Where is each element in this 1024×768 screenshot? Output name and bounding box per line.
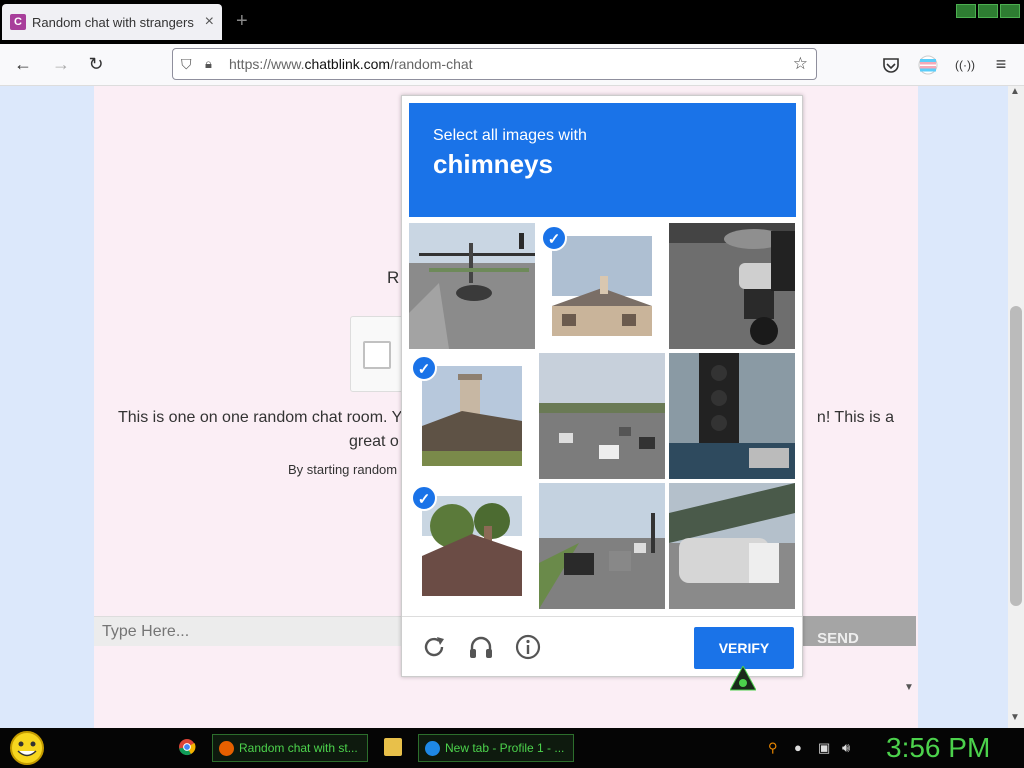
scroll-thumb[interactable] bbox=[1010, 306, 1022, 606]
taskbar-item-edge[interactable]: New tab - Profile 1 - ... bbox=[418, 734, 574, 762]
tile-roof-chimney-3[interactable]: ✓ bbox=[409, 483, 535, 609]
tile-road-traffic[interactable] bbox=[539, 353, 665, 479]
bookmark-star-icon[interactable]: ☆ bbox=[793, 54, 808, 74]
intro-text-start: This is one on one random chat room. Y bbox=[118, 409, 403, 426]
road-traffic-image bbox=[539, 353, 665, 479]
url-text[interactable]: https://www.chatblink.com/random-chat bbox=[229, 56, 793, 72]
captcha-header: Select all images with chimneys bbox=[409, 103, 796, 217]
maximize-button[interactable] bbox=[978, 4, 998, 18]
page-scrollbar[interactable]: ▲ ▼ bbox=[1008, 86, 1024, 728]
tile-motorcycle[interactable] bbox=[669, 223, 795, 349]
tracking-shield-icon[interactable]: ⛉ bbox=[181, 56, 199, 73]
volume-icon[interactable]: 🔊︎ bbox=[842, 740, 850, 756]
captcha-instruction: Select all images with bbox=[433, 127, 587, 144]
browser-tab[interactable]: C Random chat with strangers × bbox=[2, 4, 222, 40]
motorcycle-image bbox=[669, 223, 795, 349]
forward-icon[interactable]: → bbox=[50, 54, 72, 75]
captcha-target: chimneys bbox=[433, 149, 553, 179]
tile-intersection[interactable] bbox=[409, 223, 535, 349]
new-tab-icon[interactable]: + bbox=[236, 10, 248, 33]
taskbar-item-firefox[interactable]: Random chat with st... bbox=[212, 734, 368, 762]
menu-icon[interactable]: ≡ bbox=[990, 54, 1012, 75]
status-tray-icon[interactable]: ● bbox=[794, 740, 802, 755]
reload-icon[interactable]: ↻ bbox=[85, 54, 107, 75]
mouse-cursor-icon bbox=[730, 666, 756, 691]
captcha-challenge: Select all images with chimneys ✓ ✓ ✓ VE… bbox=[401, 95, 803, 677]
back-icon[interactable]: ← bbox=[12, 54, 34, 75]
reload-challenge-icon[interactable] bbox=[420, 633, 448, 661]
lock-icon[interactable]: 🔒︎ bbox=[205, 56, 221, 72]
selected-check-icon: ✓ bbox=[411, 355, 437, 381]
verify-button[interactable]: VERIFY bbox=[694, 627, 794, 669]
tab-strip: C Random chat with strangers × + bbox=[0, 0, 1024, 44]
inner-scroll-down-icon[interactable]: ▼ bbox=[904, 682, 914, 693]
window-controls bbox=[956, 4, 1020, 18]
navigation-bar: ← → ↻ ⛉ 🔒︎ https://www.chatblink.com/ran… bbox=[0, 44, 1024, 86]
bridge-truck-image bbox=[669, 483, 795, 609]
scroll-up-icon[interactable]: ▲ bbox=[1010, 86, 1020, 97]
firefox-icon bbox=[219, 741, 234, 756]
audio-challenge-icon[interactable] bbox=[467, 633, 495, 661]
tile-bridge-truck[interactable] bbox=[669, 483, 795, 609]
chrome-icon[interactable] bbox=[178, 738, 196, 756]
intro-text-end: n! This is a bbox=[816, 409, 894, 426]
extension-icon[interactable]: ((·)) bbox=[954, 58, 976, 72]
selected-check-icon: ✓ bbox=[411, 485, 437, 511]
highway-cars-image bbox=[539, 483, 665, 609]
partial-heading: R bbox=[387, 268, 400, 287]
taskbar: Random chat with st... New tab - Profile… bbox=[0, 728, 1024, 768]
tile-traffic-light[interactable] bbox=[669, 353, 795, 479]
network-icon[interactable]: ▣ bbox=[818, 740, 830, 756]
house-chimney-image bbox=[552, 236, 652, 336]
roof-chimney-image bbox=[422, 366, 522, 466]
tab-title: Random chat with strangers bbox=[32, 14, 194, 30]
close-tab-icon[interactable]: × bbox=[205, 13, 214, 31]
pocket-icon[interactable] bbox=[882, 56, 900, 74]
minimize-button[interactable] bbox=[956, 4, 976, 18]
start-smiley-icon[interactable] bbox=[8, 730, 46, 766]
extension-flag-icon[interactable] bbox=[918, 55, 938, 75]
terms-text: By starting random bbox=[288, 462, 398, 477]
traffic-light-image bbox=[669, 353, 795, 479]
intersection-image bbox=[409, 223, 535, 349]
task-label-edge: New tab - Profile 1 - ... bbox=[445, 741, 565, 755]
scroll-down-icon[interactable]: ▼ bbox=[1010, 712, 1020, 723]
search-tray-icon[interactable]: ⚲ bbox=[768, 740, 778, 756]
task-label-firefox: Random chat with st... bbox=[239, 741, 358, 755]
info-icon[interactable] bbox=[514, 633, 542, 661]
selected-check-icon: ✓ bbox=[541, 225, 567, 251]
file-explorer-icon[interactable] bbox=[384, 738, 402, 756]
address-bar[interactable]: ⛉ 🔒︎ https://www.chatblink.com/random-ch… bbox=[172, 48, 817, 80]
tile-highway-cars[interactable] bbox=[539, 483, 665, 609]
site-favicon-icon: C bbox=[10, 14, 26, 30]
tile-roof-chimney-2[interactable]: ✓ bbox=[409, 353, 535, 479]
taskbar-clock: 3:56 PM bbox=[886, 732, 991, 763]
tile-house-chimney-1[interactable]: ✓ bbox=[539, 223, 665, 349]
roof-chimney-image-2 bbox=[422, 496, 522, 596]
captcha-checkbox[interactable] bbox=[363, 341, 391, 369]
edge-icon bbox=[425, 741, 440, 756]
close-window-button[interactable] bbox=[1000, 4, 1020, 18]
